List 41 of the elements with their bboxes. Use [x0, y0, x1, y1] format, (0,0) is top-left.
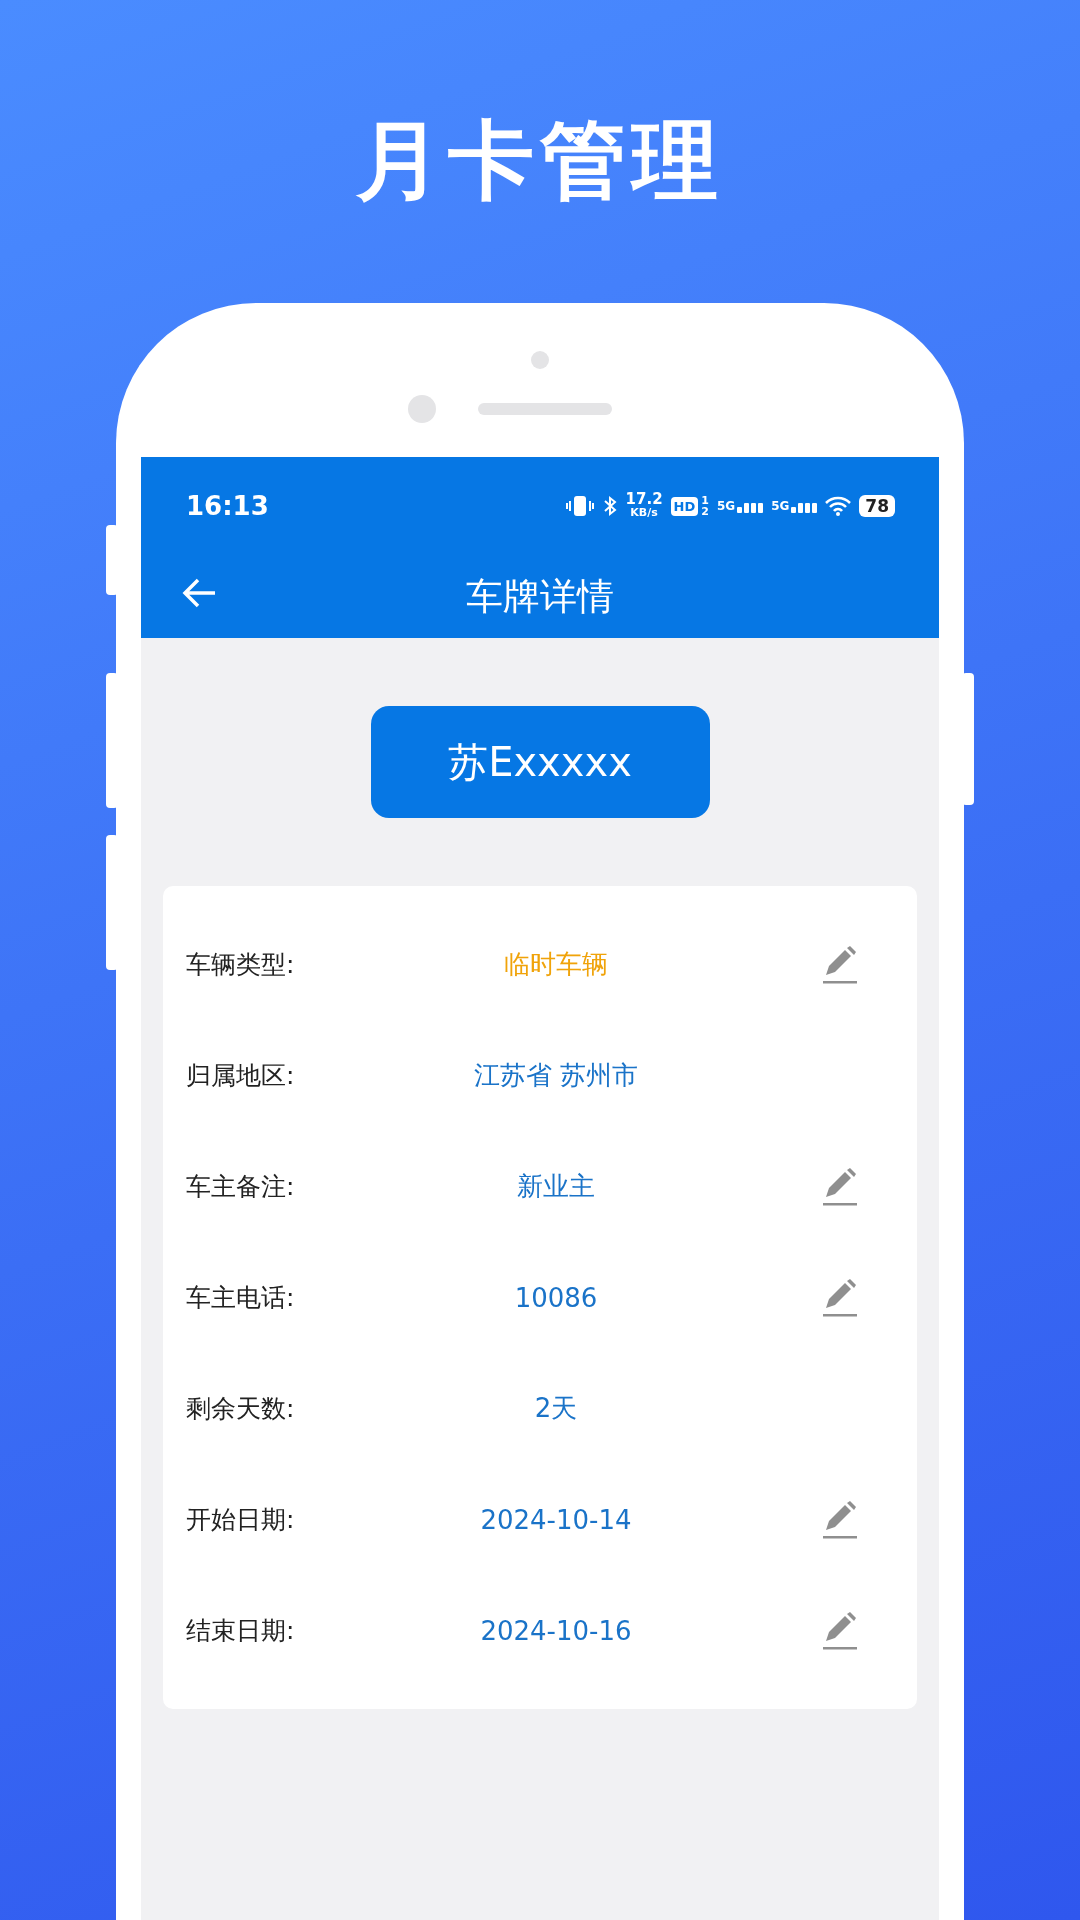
field-value: 2天 — [533, 1392, 579, 1425]
edit-button[interactable] — [823, 1611, 859, 1650]
field-value: 10086 — [513, 1282, 599, 1313]
speed-value: 17.2 — [625, 493, 663, 506]
network-type: 5G — [771, 499, 790, 513]
speed-unit: KB/s — [630, 506, 658, 519]
field-value: 江苏省 苏州市 — [472, 1059, 640, 1092]
battery-level: 78 — [859, 495, 895, 517]
page-headline: 月卡管理 — [356, 109, 724, 212]
field-value: 新业主 — [516, 1170, 596, 1203]
screen-title: 车牌详情 — [466, 573, 614, 620]
field-label: 车辆类型: — [186, 949, 296, 981]
sensor-dot — [531, 351, 549, 369]
sim-number: 2 — [701, 506, 709, 517]
field-label: 车主备注: — [186, 1171, 296, 1203]
status-time: 16:13 — [186, 491, 269, 521]
wifi-icon — [825, 496, 852, 516]
vibrate-icon — [565, 495, 594, 517]
field-label: 开始日期: — [186, 1504, 296, 1536]
camera-lens — [408, 395, 436, 423]
field-value: 临时车辆 — [503, 948, 609, 981]
field-label: 车主电话: — [186, 1282, 296, 1314]
pencil-icon — [823, 1167, 859, 1206]
field-value: 2024-10-14 — [479, 1504, 633, 1535]
edit-button[interactable] — [823, 1167, 859, 1206]
field-label: 剩余天数: — [186, 1393, 296, 1425]
edit-button[interactable] — [823, 945, 859, 984]
pencil-icon — [823, 1278, 859, 1317]
pencil-icon — [823, 945, 859, 984]
edit-button[interactable] — [823, 1500, 859, 1539]
edit-button[interactable] — [823, 1278, 859, 1317]
pencil-icon — [823, 1500, 859, 1539]
license-plate-button[interactable]: 苏Exxxxx — [370, 706, 710, 818]
network-type: 5G — [716, 499, 736, 513]
pencil-icon — [823, 1611, 859, 1650]
field-value: 2024-10-16 — [479, 1615, 633, 1646]
hd-badge: HD — [670, 496, 699, 516]
sim-number: 1 — [701, 495, 709, 506]
field-label: 结束日期: — [186, 1615, 296, 1647]
back-arrow-icon — [181, 577, 217, 609]
field-label: 归属地区: — [186, 1060, 296, 1092]
